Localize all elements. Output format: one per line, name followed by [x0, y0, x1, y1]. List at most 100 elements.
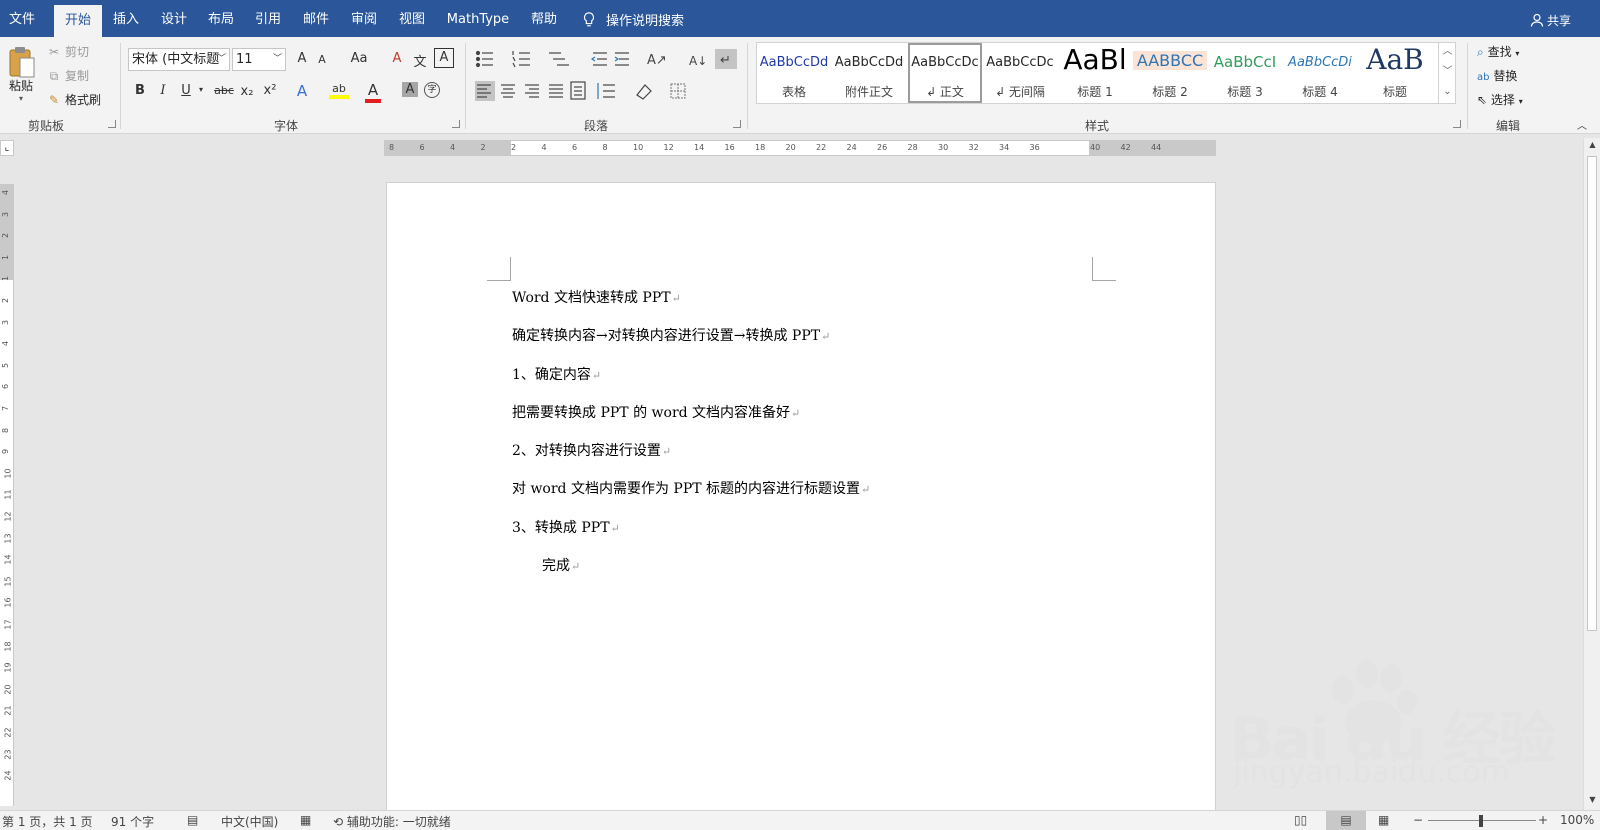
editing-group-label: 编辑 [1495, 119, 1520, 133]
tab-references[interactable]: 引用 [248, 0, 288, 37]
scroll-down-icon[interactable]: ▼ [1587, 795, 1598, 804]
word-count[interactable]: 91 个字 [111, 813, 154, 830]
character-shading-button[interactable]: A [402, 82, 418, 97]
tab-layout[interactable]: 布局 [201, 0, 241, 37]
style-no-spacing[interactable]: AaBbCcDc ↲ 无间隔 [983, 43, 1057, 103]
language-indicator[interactable]: 中文(中国) [221, 813, 278, 830]
enclose-characters-button[interactable]: 字 [424, 82, 440, 98]
accessibility-status[interactable]: ⟲ 辅助功能: 一切就绪 [333, 813, 451, 830]
highlight-button[interactable]: ab [329, 82, 349, 99]
accessibility-icon: ⟲ [333, 815, 344, 829]
tab-selector[interactable]: ⌞ [0, 140, 14, 156]
paragraph-launcher-icon[interactable] [733, 120, 741, 128]
cut-button[interactable]: ✂ 剪切 [47, 43, 89, 60]
zoom-in-button[interactable]: + [1538, 813, 1548, 827]
find-button[interactable]: ⌕ 查找 ▾ [1477, 43, 1519, 60]
format-painter-button[interactable]: ✎ 格式刷 [47, 91, 101, 108]
style-heading-3[interactable]: AaBbCcI 标题 3 [1208, 43, 1282, 103]
text-effects-button[interactable]: A [294, 82, 310, 100]
tab-mailings[interactable]: 邮件 [296, 0, 336, 37]
font-group-label: 字体 [273, 119, 298, 133]
subscript-button[interactable]: x₂ [239, 84, 255, 99]
document-page[interactable]: Word 文档快速转成 PPT↵ 确定转换内容→对转换内容进行设置→转换成 PP… [386, 182, 1216, 812]
doc-paragraph[interactable]: 3、转换成 PPT↵ [512, 517, 620, 537]
zoom-slider-thumb[interactable] [1479, 815, 1483, 827]
more-styles-icon[interactable]: ⌄ [1439, 82, 1456, 102]
styles-launcher-icon[interactable] [1453, 120, 1461, 128]
underline-button[interactable]: U [179, 83, 193, 98]
clear-formatting-icon[interactable]: A [389, 51, 405, 66]
font-color-button[interactable]: A [365, 81, 381, 103]
paragraph-tools[interactable]: A↗ A↓ ↵ [475, 49, 745, 109]
vertical-scrollbar[interactable]: ▲ ▼ [1583, 138, 1600, 810]
replace-button[interactable]: ab 替换 [1477, 67, 1517, 84]
tab-view[interactable]: 视图 [392, 0, 432, 37]
paragraph-mark: ↵ [591, 369, 602, 382]
bold-button[interactable]: B [133, 83, 147, 98]
zoom-level[interactable]: 100% [1560, 813, 1594, 827]
tab-design[interactable]: 设计 [154, 0, 194, 37]
strikethrough-button[interactable]: abc [212, 84, 236, 97]
paste-dropdown-icon[interactable]: ▾ [19, 94, 23, 103]
font-name-select[interactable]: 宋体 (中文标题 ﹀ [128, 48, 230, 71]
phonetic-guide-button[interactable]: 文 [412, 51, 428, 70]
clipboard-group-label: 剪贴板 [27, 119, 64, 133]
horizontal-ruler[interactable]: 8 6 4 2 2 4 6 8 10 12 14 16 18 20 22 24 26 28 30 32 34 36 40 42… [384, 140, 1216, 156]
print-layout-icon[interactable]: ▤ [1326, 811, 1366, 830]
styles-scroll[interactable]: ︿ ﹀ ⌄ [1438, 42, 1456, 104]
status-bar: 第 1 页，共 1 页 91 个字 ▤ 中文(中国) ▦ ⟲ 辅助功能: 一切就… [0, 810, 1600, 830]
doc-paragraph[interactable]: 1、确定内容↵ [512, 364, 601, 384]
font-size-select[interactable]: 11 ﹀ [232, 48, 286, 71]
vertical-ruler[interactable]: 4 3 2 1 1 2 3 4 5 6 7 8 9 10 11 12 13 14 15 16 17 18 19 20 21 22 2… [0, 184, 14, 806]
shrink-font-button[interactable]: A [316, 53, 328, 66]
scroll-up-icon[interactable]: ▲ [1587, 140, 1598, 149]
font-launcher-icon[interactable] [452, 120, 460, 128]
change-case-button[interactable]: Aa [345, 51, 373, 66]
style-heading-2[interactable]: AABBCC 标题 2 [1133, 43, 1207, 103]
copy-button[interactable]: ⧉ 复制 [47, 67, 89, 84]
ruler-tick-label: 18 [755, 143, 766, 152]
style-heading-4[interactable]: AaBbCcDi 标题 4 [1283, 43, 1357, 103]
read-mode-icon[interactable]: ▯▯ [1294, 813, 1307, 827]
doc-paragraph[interactable]: Word 文档快速转成 PPT↵ [512, 287, 681, 307]
doc-paragraph[interactable]: 完成↵ [542, 555, 580, 575]
scroll-thumb[interactable] [1587, 156, 1597, 631]
zoom-out-button[interactable]: − [1413, 813, 1423, 827]
doc-paragraph[interactable]: 把需要转换成 PPT 的 word 文档内容准备好↵ [512, 402, 800, 422]
proofing-icon[interactable]: ▤ [187, 813, 198, 827]
character-border-button[interactable]: A [434, 48, 454, 68]
tab-review[interactable]: 审阅 [344, 0, 384, 37]
doc-paragraph[interactable]: 确定转换内容→对转换内容进行设置→转换成 PPT↵ [512, 325, 830, 345]
tab-help[interactable]: 帮助 [524, 0, 564, 37]
tell-me-search[interactable]: 操作说明搜索 [582, 10, 684, 29]
share-button[interactable]: 共享 [1530, 12, 1571, 29]
chevron-up-icon[interactable]: ︿ [1439, 42, 1456, 62]
tab-mathtype[interactable]: MathType [440, 0, 516, 37]
collapse-ribbon-icon[interactable]: ︿ [1576, 117, 1588, 132]
style-normal[interactable]: AaBbCcDc ↲ 正文 [908, 43, 982, 103]
grow-font-button[interactable]: A [295, 51, 309, 66]
styles-gallery[interactable]: AaBbCcDd 表格 AaBbCcDd 附件正文 AaBbCcDc ↲ 正文 … [756, 42, 1456, 104]
tab-file[interactable]: 文件 [0, 0, 44, 37]
macro-icon[interactable]: ▦ [300, 813, 311, 827]
style-heading-1[interactable]: AaBl 标题 1 [1058, 43, 1132, 103]
style-title[interactable]: AaB 标题 [1358, 43, 1432, 103]
ruler-tick-label: 6 [1, 384, 11, 390]
clipboard-launcher-icon[interactable] [108, 120, 116, 128]
paste-button[interactable]: 粘贴 [9, 77, 33, 94]
chevron-down-icon[interactable]: ﹀ [1439, 62, 1456, 82]
tab-insert[interactable]: 插入 [106, 0, 146, 37]
style-attachment-body[interactable]: AaBbCcDd 附件正文 [832, 43, 906, 103]
doc-paragraph[interactable]: 2、对转换内容进行设置↵ [512, 440, 671, 460]
web-layout-icon[interactable]: ▦ [1378, 813, 1389, 827]
doc-paragraph[interactable]: 对 word 文档内需要作为 PPT 标题的内容进行标题设置↵ [512, 478, 870, 498]
page-count[interactable]: 第 1 页，共 1 页 [2, 813, 93, 830]
paste-icon[interactable] [8, 45, 36, 79]
underline-dropdown-icon[interactable]: ▾ [197, 85, 205, 94]
style-name: 标题 2 [1152, 85, 1188, 99]
tab-home[interactable]: 开始 [54, 5, 102, 37]
superscript-button[interactable]: x² [262, 83, 278, 98]
select-button[interactable]: ⇖ 选择 ▾ [1477, 91, 1523, 108]
style-table[interactable]: AaBbCcDd 表格 [757, 43, 831, 103]
italic-button[interactable]: I [156, 83, 170, 98]
